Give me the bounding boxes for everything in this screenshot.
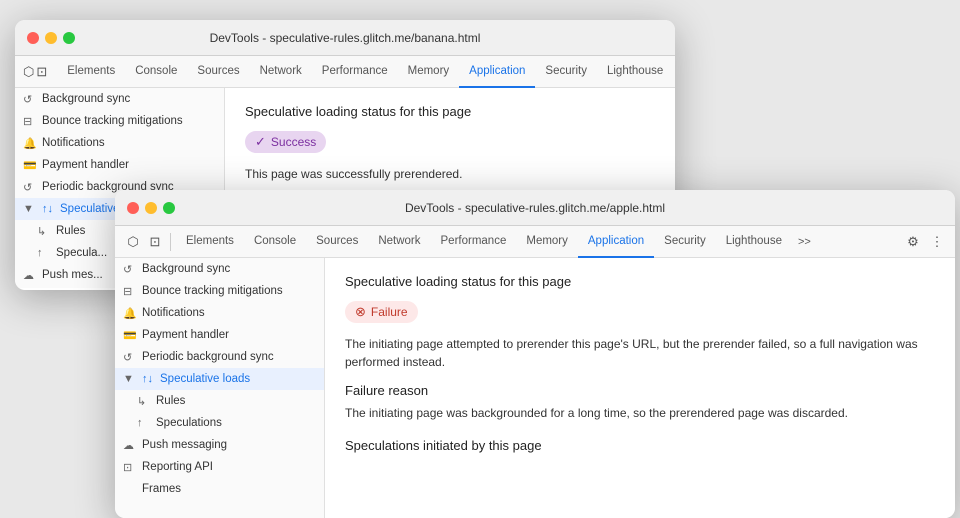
sidebar-item-speculative-loads-2[interactable]: ▼ ↑↓ Speculative loads	[115, 368, 324, 390]
sidebar-item-reporting-api[interactable]: ⊡ Reporting API	[115, 456, 324, 478]
maximize-button[interactable]	[63, 32, 75, 44]
speculations-initiated-title: Speculations initiated by this page	[345, 438, 935, 453]
speculations-icon: ↑	[37, 247, 51, 259]
sidebar-item-payment-handler-2[interactable]: 💳 Payment handler	[115, 324, 324, 346]
tab-network[interactable]: Network	[250, 56, 312, 88]
devtools-window-apple: DevTools - speculative-rules.glitch.me/a…	[115, 190, 955, 518]
titlebar-banana: DevTools - speculative-rules.glitch.me/b…	[15, 20, 675, 56]
tab-application-2[interactable]: Application	[578, 226, 654, 258]
sync-icon-2: ↺	[123, 263, 137, 276]
tab-elements[interactable]: Elements	[57, 56, 125, 88]
sidebar-item-speculations-2[interactable]: ↑ Speculations	[115, 412, 324, 434]
sidebar-item-notifications-2[interactable]: 🔔 Notifications	[115, 302, 324, 324]
window-title: DevTools - speculative-rules.glitch.me/b…	[27, 31, 663, 45]
failure-description: The initiating page attempted to prerend…	[345, 335, 935, 371]
failure-reason-title: Failure reason	[345, 383, 935, 398]
rules-icon-2: ↳	[137, 395, 151, 408]
arrow-icon: ▼	[23, 203, 37, 215]
tab-security-2[interactable]: Security	[654, 226, 716, 258]
devtools-toolbar-banana: ⬡ ⊡ Elements Console Sources Network Per…	[15, 56, 675, 88]
toolbar-separator-2	[170, 233, 171, 251]
maximize-button-2[interactable]	[163, 202, 175, 214]
bounce-icon: ⊟	[23, 115, 37, 128]
sidebar-item-bounce-tracking[interactable]: ⊟ Bounce tracking mitigations	[15, 110, 224, 132]
bounce-icon-2: ⊟	[123, 285, 137, 298]
inspect-icon-2[interactable]: ⬡	[123, 232, 143, 252]
main-content-apple: Speculative loading status for this page…	[325, 258, 955, 518]
arrow-icon-2: ▼	[123, 373, 137, 385]
tab-overflow-2[interactable]: >>	[792, 232, 817, 252]
push-icon-2: ☁	[123, 439, 137, 452]
periodic-sync-icon-2: ↺	[123, 351, 137, 364]
sidebar-item-periodic-sync-2[interactable]: ↺ Periodic background sync	[115, 346, 324, 368]
sidebar-item-push-messaging-2[interactable]: ☁ Push messaging	[115, 434, 324, 456]
tab-security[interactable]: Security	[535, 56, 597, 88]
sidebar-item-bounce-tracking-2[interactable]: ⊟ Bounce tracking mitigations	[115, 280, 324, 302]
tab-lighthouse[interactable]: Lighthouse	[597, 56, 673, 88]
push-icon: ☁	[23, 269, 37, 282]
speculative-icon-2: ↑↓	[142, 373, 153, 385]
sidebar-item-background-sync[interactable]: ↺ Background sync	[15, 88, 224, 110]
sync-icon: ↺	[23, 93, 37, 106]
status-badge-failure: ⊗ Failure	[345, 301, 418, 323]
toolbar-right-2: ⚙ ⋮	[903, 232, 947, 252]
success-description: This page was successfully prerendered.	[245, 165, 655, 183]
speculations-icon-2: ↑	[137, 417, 151, 429]
minimize-button[interactable]	[45, 32, 57, 44]
more-icon-2[interactable]: ⋮	[927, 232, 947, 252]
tab-network-2[interactable]: Network	[368, 226, 430, 258]
failure-reason-text: The initiating page was backgrounded for…	[345, 404, 935, 422]
sidebar-item-frames[interactable]: Frames	[115, 478, 324, 500]
reporting-icon: ⊡	[123, 461, 137, 474]
tab-elements-2[interactable]: Elements	[176, 226, 244, 258]
devtools-body-apple: ↺ Background sync ⊟ Bounce tracking miti…	[115, 258, 955, 518]
section-title: Speculative loading status for this page	[245, 104, 655, 119]
device-icon-2[interactable]: ⊡	[145, 232, 165, 252]
notification-icon: 🔔	[23, 137, 37, 150]
status-badge-success: ✓ Success	[245, 131, 326, 153]
close-button-2[interactable]	[127, 202, 139, 214]
minimize-button-2[interactable]	[145, 202, 157, 214]
section-title-2: Speculative loading status for this page	[345, 274, 935, 289]
notification-icon-2: 🔔	[123, 307, 137, 320]
tab-console-2[interactable]: Console	[244, 226, 306, 258]
payment-icon-2: 💳	[123, 329, 137, 342]
tab-lighthouse-2[interactable]: Lighthouse	[716, 226, 792, 258]
sidebar-item-rules-2[interactable]: ↳ Rules	[115, 390, 324, 412]
inspect-icon[interactable]: ⬡	[23, 62, 34, 82]
tab-sources-2[interactable]: Sources	[306, 226, 368, 258]
traffic-lights-2	[127, 202, 175, 214]
sidebar-apple: ↺ Background sync ⊟ Bounce tracking miti…	[115, 258, 325, 518]
periodic-sync-icon: ↺	[23, 181, 37, 194]
sidebar-item-background-sync-2[interactable]: ↺ Background sync	[115, 258, 324, 280]
tabs-apple: Elements Console Sources Network Perform…	[176, 226, 817, 258]
tab-memory-2[interactable]: Memory	[516, 226, 578, 258]
tab-overflow[interactable]: >>	[673, 62, 675, 82]
tab-sources[interactable]: Sources	[187, 56, 249, 88]
speculative-icon: ↑↓	[42, 203, 53, 215]
success-icon: ✓	[255, 134, 266, 150]
devtools-toolbar-apple: ⬡ ⊡ Elements Console Sources Network Per…	[115, 226, 955, 258]
close-button[interactable]	[27, 32, 39, 44]
device-icon[interactable]: ⊡	[36, 62, 47, 82]
tab-performance[interactable]: Performance	[312, 56, 398, 88]
traffic-lights	[27, 32, 75, 44]
tabs-banana: Elements Console Sources Network Perform…	[57, 56, 675, 88]
window-title-2: DevTools - speculative-rules.glitch.me/a…	[127, 201, 943, 215]
failure-icon: ⊗	[355, 304, 366, 320]
rules-icon: ↳	[37, 225, 51, 238]
settings-icon-2[interactable]: ⚙	[903, 232, 923, 252]
titlebar-apple: DevTools - speculative-rules.glitch.me/a…	[115, 190, 955, 226]
tab-memory[interactable]: Memory	[398, 56, 460, 88]
payment-icon: 💳	[23, 159, 37, 172]
tab-application[interactable]: Application	[459, 56, 535, 88]
sidebar-item-payment-handler[interactable]: 💳 Payment handler	[15, 154, 224, 176]
tab-console[interactable]: Console	[125, 56, 187, 88]
sidebar-item-notifications[interactable]: 🔔 Notifications	[15, 132, 224, 154]
tab-performance-2[interactable]: Performance	[431, 226, 517, 258]
